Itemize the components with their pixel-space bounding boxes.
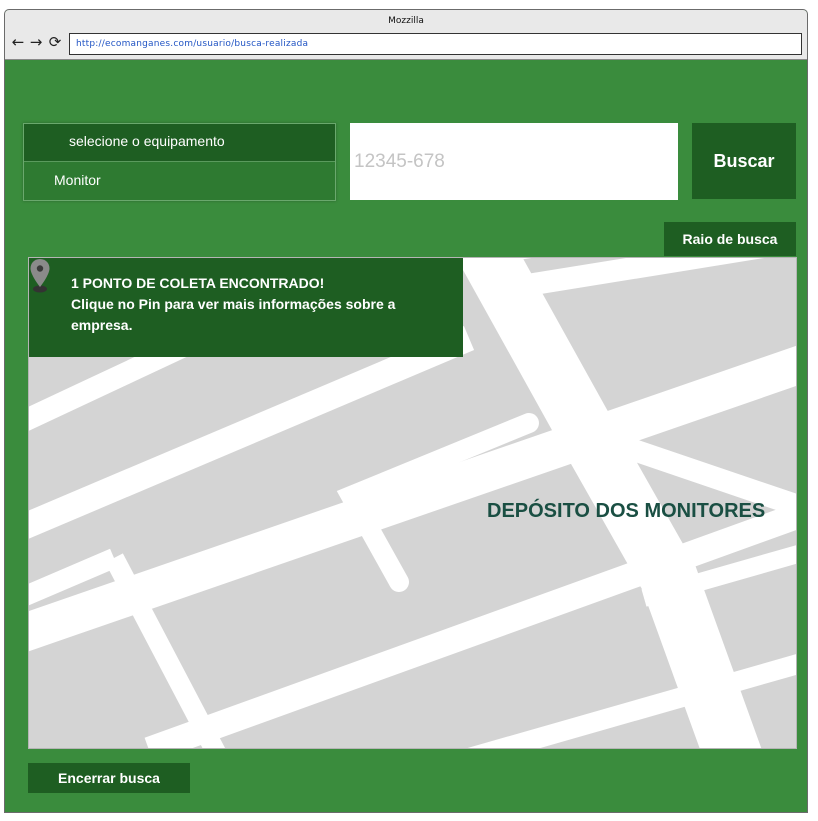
address-bar[interactable]: http://ecomanganes.com/usuario/busca-rea…	[69, 33, 802, 55]
equipment-select[interactable]: selecione o equipamento Monitor	[23, 123, 336, 201]
equipment-selected-value[interactable]: Monitor	[54, 172, 101, 188]
collection-point-name[interactable]: DEPÓSITO DOS MONITORES	[487, 500, 765, 523]
result-count-text: 1 PONTO DE COLETA ENCONTRADO!	[71, 275, 325, 291]
end-search-button[interactable]: Encerrar busca	[28, 763, 190, 793]
result-hint-text: Clique no Pin para ver mais informações …	[71, 296, 396, 333]
search-radius-button[interactable]: Raio de busca	[664, 222, 796, 256]
cep-input[interactable]	[350, 123, 678, 200]
map-pin-icon[interactable]	[29, 258, 51, 294]
equipment-select-label: selecione o equipamento	[69, 133, 225, 149]
map-road	[507, 258, 765, 299]
search-result-panel: 1 PONTO DE COLETA ENCONTRADO! Clique no …	[29, 258, 463, 357]
browser-titlebar: Mozzilla ← → ⟳ http://ecomanganes.com/us…	[5, 10, 807, 60]
map-view[interactable]: 1 PONTO DE COLETA ENCONTRADO! Clique no …	[28, 257, 797, 749]
reload-icon[interactable]: ⟳	[48, 34, 62, 50]
url-text: http://ecomanganes.com/usuario/busca-rea…	[76, 39, 309, 49]
browser-window: Mozzilla ← → ⟳ http://ecomanganes.com/us…	[4, 9, 808, 813]
page-content: selecione o equipamento Monitor Buscar R…	[5, 61, 807, 812]
equipment-select-header[interactable]: selecione o equipamento	[24, 124, 335, 162]
arrow-left-icon[interactable]: ←	[11, 34, 25, 50]
arrow-right-icon[interactable]: →	[29, 34, 43, 50]
window-title: Mozzilla	[388, 16, 424, 26]
search-button[interactable]: Buscar	[692, 123, 796, 199]
